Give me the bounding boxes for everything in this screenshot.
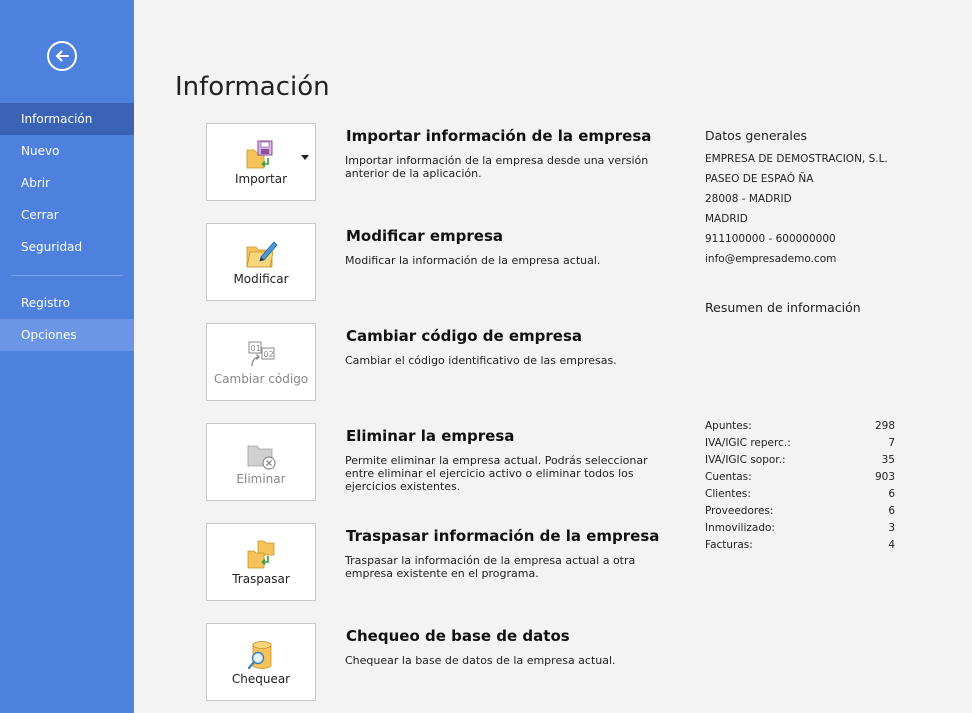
stat-row: IVA/IGIC reperc.: 7 <box>705 435 895 452</box>
action-description: Permite eliminar la empresa actual. Podr… <box>345 454 648 493</box>
action-description: Cambiar el código identificativo de las … <box>345 354 617 367</box>
company-info-panel: Datos generales EMPRESA DE DEMOSTRACION,… <box>705 128 905 315</box>
stat-value: 35 <box>881 454 895 466</box>
stat-value: 903 <box>874 471 895 483</box>
database-check-icon <box>247 641 272 670</box>
action-traspasar: Traspasar Traspasar información de la em… <box>206 523 676 601</box>
stat-row: Cuentas: 903 <box>705 469 895 486</box>
stat-row: Inmovilizado: 3 <box>705 520 895 537</box>
action-title: Cambiar código de empresa <box>346 327 583 345</box>
stat-label: Proveedores: <box>705 505 774 517</box>
action-description: Modificar la información de la empresa a… <box>345 254 601 267</box>
action-eliminar: Eliminar Eliminar la empresa Permite eli… <box>206 423 676 501</box>
company-postal-city: 28008 - MADRID <box>705 193 792 205</box>
folder-edit-icon <box>246 241 278 268</box>
importar-label: Importar <box>234 172 288 186</box>
stat-label: Apuntes: <box>705 420 752 432</box>
stat-row: Proveedores: 6 <box>705 503 895 520</box>
stat-row: Facturas: 4 <box>705 537 895 554</box>
sidebar-item-cerrar[interactable]: Cerrar <box>0 199 134 231</box>
stat-label: Cuentas: <box>705 471 752 483</box>
sidebar-item-informacion[interactable]: Información <box>0 103 134 135</box>
sidebar-nav: Información Nuevo Abrir Cerrar Seguridad… <box>0 103 134 351</box>
summary-stats: Apuntes: 298 IVA/IGIC reperc.: 7 IVA/IGIC … <box>705 418 895 554</box>
sidebar-item-opciones[interactable]: Opciones <box>0 319 134 351</box>
traspasar-button[interactable]: Traspasar <box>206 523 316 601</box>
action-description: Importar información de la empresa desde… <box>345 154 649 180</box>
stat-label: Inmovilizado: <box>705 522 775 534</box>
action-title: Chequeo de base de datos <box>346 627 570 645</box>
stat-label: IVA/IGIC sopor.: <box>705 454 786 466</box>
action-title: Importar información de la empresa <box>346 127 652 145</box>
action-title: Eliminar la empresa <box>346 427 515 445</box>
action-importar: Importar Importar información de la empr… <box>206 123 676 201</box>
dropdown-arrow-icon[interactable] <box>301 155 309 160</box>
folder-delete-icon <box>247 445 276 470</box>
stat-label: IVA/IGIC reperc.: <box>705 437 791 449</box>
stat-value: 6 <box>888 488 895 500</box>
back-button[interactable] <box>47 41 77 71</box>
svg-text:01: 01 <box>251 344 261 353</box>
folder-transfer-icon <box>247 540 275 569</box>
action-title: Modificar empresa <box>346 227 504 245</box>
stat-row: Apuntes: 298 <box>705 418 895 435</box>
eliminar-button[interactable]: Eliminar <box>206 423 316 501</box>
svg-text:02: 02 <box>264 350 274 359</box>
company-phones: 911100000 - 600000000 <box>705 233 836 245</box>
modificar-label: Modificar <box>233 272 289 286</box>
arrow-left-icon <box>56 50 69 62</box>
cambiar-codigo-button[interactable]: 01 02 Cambiar código <box>206 323 316 401</box>
stat-value: 3 <box>888 522 895 534</box>
action-title: Traspasar información de la empresa <box>346 527 660 545</box>
import-icon <box>246 140 273 169</box>
stat-value: 6 <box>888 505 895 517</box>
traspasar-label: Traspasar <box>232 572 290 586</box>
chequear-label: Chequear <box>231 672 291 686</box>
cambiar-codigo-label: Cambiar código <box>213 372 309 386</box>
stat-value: 7 <box>888 437 895 449</box>
stat-row: IVA/IGIC sopor.: 35 <box>705 452 895 469</box>
stat-value: 298 <box>874 420 895 432</box>
action-description: Chequear la base de datos de la empresa … <box>345 654 616 667</box>
sidebar-item-registro[interactable]: Registro <box>0 287 134 319</box>
sidebar-item-nuevo[interactable]: Nuevo <box>0 135 134 167</box>
company-name: EMPRESA DE DEMOSTRACION, S.L. <box>705 153 888 165</box>
code-swap-icon: 01 02 <box>248 341 275 367</box>
sidebar-item-seguridad[interactable]: Seguridad <box>0 231 134 263</box>
action-description: Traspasar la información de la empresa a… <box>345 554 636 580</box>
company-email: info@empresademo.com <box>705 253 837 265</box>
stat-value: 4 <box>888 539 895 551</box>
page-title: Información <box>175 72 330 102</box>
company-address: PASEO DE ESPAÓ ÑA <box>705 173 814 185</box>
modificar-button[interactable]: Modificar <box>206 223 316 301</box>
action-modificar: Modificar Modificar empresa Modificar la… <box>206 223 676 301</box>
summary-header: Resumen de información <box>705 300 861 315</box>
stat-row: Clientes: 6 <box>705 486 895 503</box>
sidebar-divider <box>11 275 123 276</box>
stat-label: Clientes: <box>705 488 751 500</box>
sidebar: Información Nuevo Abrir Cerrar Seguridad… <box>0 0 134 713</box>
stat-label: Facturas: <box>705 539 753 551</box>
general-data-header: Datos generales <box>705 128 808 143</box>
action-chequear: Chequear Chequeo de base de datos Cheque… <box>206 623 676 701</box>
company-province: MADRID <box>705 213 748 225</box>
action-cambiar-codigo: 01 02 Cambiar código Cambiar código de e… <box>206 323 676 401</box>
chequear-button[interactable]: Chequear <box>206 623 316 701</box>
importar-button[interactable]: Importar <box>206 123 316 201</box>
sidebar-item-abrir[interactable]: Abrir <box>0 167 134 199</box>
eliminar-label: Eliminar <box>236 472 286 486</box>
